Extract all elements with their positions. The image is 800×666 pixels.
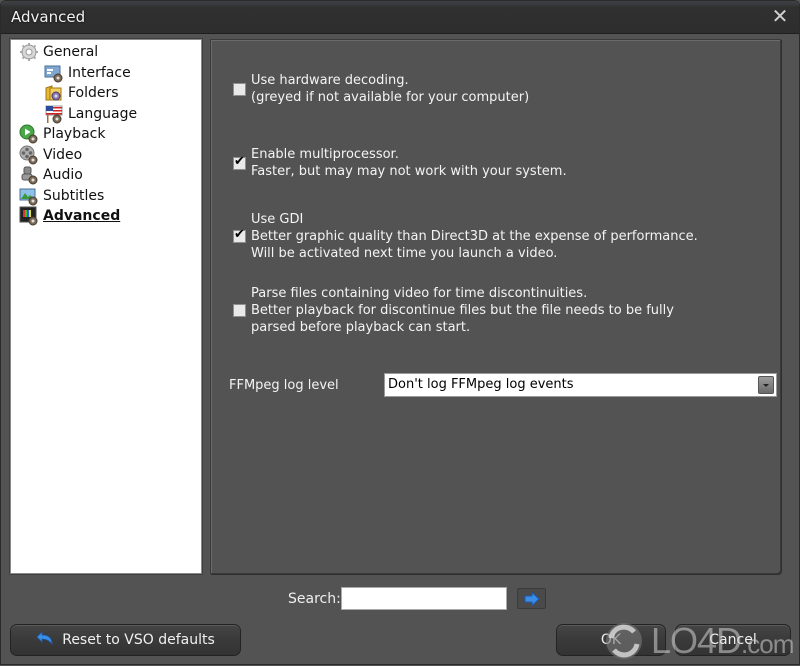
interface-window-icon bbox=[44, 63, 64, 83]
cancel-label: Cancel bbox=[709, 632, 757, 648]
option-description: Will be activated next time you launch a… bbox=[251, 246, 558, 261]
ok-button[interactable]: OK bbox=[556, 624, 666, 656]
folder-icon bbox=[44, 83, 64, 103]
reset-defaults-label: Reset to VSO defaults bbox=[62, 632, 215, 648]
sidebar-item-subtitles[interactable]: Subtitles bbox=[19, 186, 104, 206]
monitor-icon bbox=[19, 206, 39, 226]
option-description: Faster, but may may not work with your s… bbox=[251, 164, 567, 179]
sidebar-item-label: Language bbox=[68, 106, 138, 122]
sidebar-item-label: Subtitles bbox=[43, 188, 105, 204]
parse-discontinuities-checkbox[interactable] bbox=[233, 304, 246, 317]
multiprocessor-checkbox[interactable] bbox=[233, 154, 246, 170]
sidebar-item-folders[interactable]: Folders bbox=[44, 83, 119, 103]
sidebar-item-label: Playback bbox=[43, 126, 106, 142]
option-use-gdi: Use GDI Better graphic quality than Dire… bbox=[233, 211, 698, 262]
search-go-button[interactable] bbox=[517, 588, 546, 609]
sidebar-item-interface[interactable]: Interface bbox=[44, 63, 131, 83]
option-description: Better playback for discontinue files bu… bbox=[251, 303, 674, 318]
flag-icon bbox=[44, 104, 64, 124]
sidebar-item-language[interactable]: Language bbox=[44, 104, 137, 124]
film-reel-icon bbox=[19, 145, 39, 165]
title-bar: Advanced ✕ bbox=[1, 1, 799, 34]
use-gdi-checkbox[interactable] bbox=[233, 227, 246, 243]
cancel-button[interactable]: Cancel bbox=[675, 624, 791, 656]
reset-defaults-button[interactable]: Reset to VSO defaults bbox=[10, 624, 241, 656]
gear-icon bbox=[19, 42, 39, 62]
option-description: parsed before playback can start. bbox=[251, 320, 471, 335]
option-title: Parse files containing video for time di… bbox=[251, 286, 588, 301]
search-label: Search: bbox=[288, 591, 341, 607]
ffmpeg-log-level-label: FFMpeg log level bbox=[229, 378, 339, 393]
settings-panel: Use hardware decoding. (greyed if not av… bbox=[210, 39, 781, 574]
close-icon: ✕ bbox=[771, 4, 789, 28]
sidebar-item-label: Folders bbox=[68, 85, 119, 101]
option-description: Better graphic quality than Direct3D at … bbox=[251, 229, 698, 244]
search-input[interactable] bbox=[341, 587, 507, 610]
ok-label: OK bbox=[600, 632, 622, 648]
hardware-decoding-checkbox[interactable] bbox=[233, 82, 246, 96]
ffmpeg-log-level-select[interactable]: Don't log FFMpeg log events bbox=[384, 373, 777, 397]
sidebar-item-video[interactable]: Video bbox=[19, 145, 82, 165]
play-icon bbox=[19, 124, 39, 144]
option-parse-discontinuities: Parse files containing video for time di… bbox=[233, 285, 674, 336]
settings-tree: General Interface Folders Language Playb… bbox=[10, 39, 202, 574]
speaker-icon bbox=[19, 165, 39, 185]
undo-arrow-icon bbox=[36, 631, 54, 649]
sidebar-item-label: Video bbox=[43, 147, 83, 163]
sidebar-item-advanced[interactable]: Advanced bbox=[19, 206, 120, 226]
sidebar-item-audio[interactable]: Audio bbox=[19, 165, 83, 185]
option-hardware-decoding: Use hardware decoding. (greyed if not av… bbox=[233, 72, 529, 106]
sidebar-item-playback[interactable]: Playback bbox=[19, 124, 105, 144]
option-title: Enable multiprocessor. bbox=[251, 147, 399, 162]
option-title: Use GDI bbox=[251, 212, 304, 227]
option-description: (greyed if not available for your comput… bbox=[251, 90, 530, 105]
picture-icon bbox=[19, 186, 39, 206]
sidebar-item-general[interactable]: General bbox=[19, 42, 98, 62]
sidebar-item-label: General bbox=[43, 44, 99, 60]
ffmpeg-selected-value: Don't log FFMpeg log events bbox=[388, 377, 574, 392]
chevron-down-icon[interactable] bbox=[758, 376, 774, 394]
sidebar-item-label: Audio bbox=[43, 167, 83, 183]
sidebar-item-label: Interface bbox=[68, 65, 131, 81]
option-title: Use hardware decoding. bbox=[251, 73, 409, 88]
advanced-dialog: Advanced ✕ General Interface Folders Lan… bbox=[0, 0, 800, 665]
option-multiprocessor: Enable multiprocessor. Faster, but may m… bbox=[233, 146, 567, 180]
window-title: Advanced bbox=[11, 8, 86, 26]
arrow-right-icon bbox=[524, 592, 540, 606]
sidebar-item-label: Advanced bbox=[43, 208, 121, 224]
close-button[interactable]: ✕ bbox=[769, 5, 791, 27]
